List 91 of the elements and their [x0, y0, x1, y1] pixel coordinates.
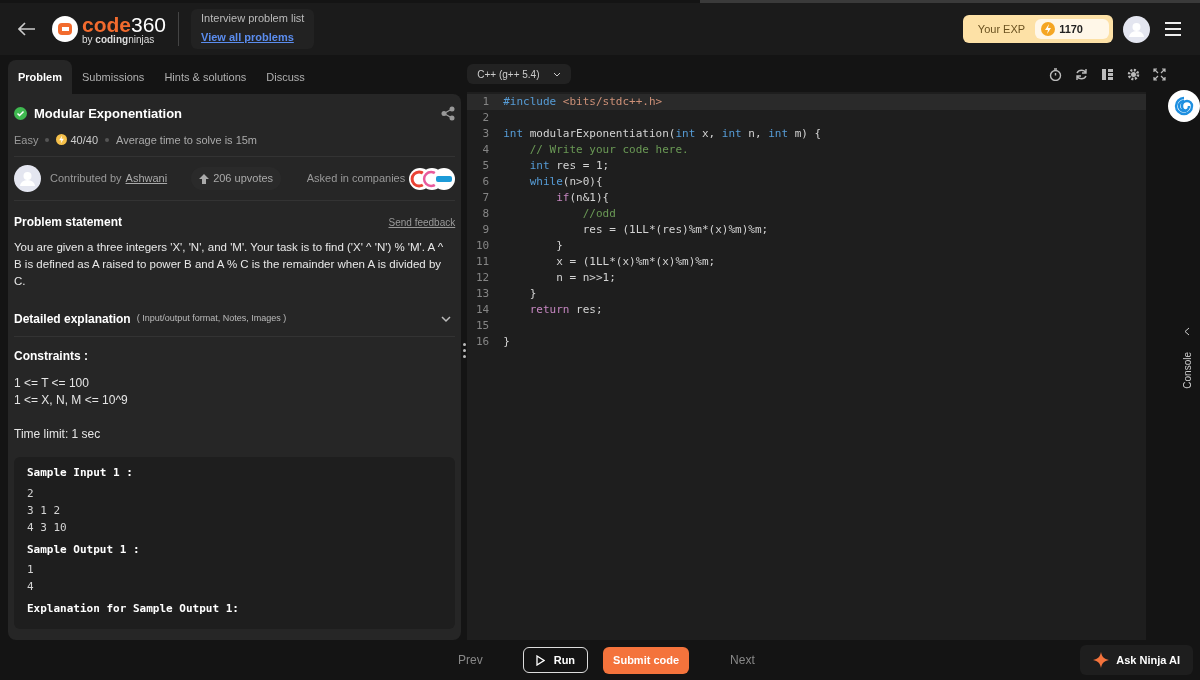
code-line: } [502, 334, 510, 350]
caret-icon [553, 71, 562, 77]
companies-label: Asked in companies [306, 171, 406, 187]
exp-value: 1170 [1059, 21, 1084, 37]
score: 40/40 [70, 132, 98, 148]
problem-title: Modular Exponentiation [34, 105, 183, 123]
code-line: n = n>>1; [555, 270, 616, 286]
chevron-icon [441, 315, 452, 323]
line-number: 1 [481, 94, 491, 110]
line-number: 12 [474, 270, 491, 286]
code-line: if(n&1){ [555, 190, 610, 206]
line-number: 4 [481, 142, 491, 158]
breadcrumb-title: Interview problem list [201, 12, 305, 26]
logo-icon [52, 16, 78, 42]
code-line: } [555, 238, 563, 254]
average-time: Average time to solve is 15m [116, 132, 258, 148]
code-line: //odd [581, 206, 616, 222]
share-icon[interactable] [441, 106, 456, 122]
tab[interactable]: Hints & solutions [154, 60, 257, 94]
play-icon [535, 654, 545, 666]
line-number: 11 [474, 254, 491, 270]
line-number: 9 [481, 222, 491, 238]
send-feedback-link[interactable]: Send feedback [388, 214, 456, 230]
view-all-problems-link[interactable]: View all problems [201, 30, 294, 43]
line-number: 14 [474, 302, 491, 318]
line-number: 8 [481, 206, 491, 222]
avatar-icon[interactable] [1123, 15, 1150, 43]
sparkle-icon [1093, 652, 1110, 668]
lightning-icon [1041, 22, 1056, 36]
refresh-icon[interactable] [1075, 67, 1088, 81]
sample-line: 2 [27, 485, 35, 502]
fullscreen-icon[interactable] [1153, 67, 1166, 81]
code-line: #include <bits/stdc++.h> [502, 94, 663, 110]
sample-heading: Sample Output 1 : [27, 541, 141, 558]
chevron-left-icon [1184, 327, 1190, 336]
line-number: 5 [481, 158, 491, 174]
sample-line: 4 [27, 579, 35, 595]
detailed-explanation-toggle[interactable]: Detailed explanation ( Input/output format, Notes, Images ) [14, 310, 456, 337]
prev-button[interactable]: Prev [458, 651, 483, 669]
problem-statement: You are given a three integers 'X', 'N', and 'M'. Your task is to find ('X' ^ 'N') % 'M'. A ^ B is defined as A raised to power B and A % C is the remainder when A is divided by C. [14, 240, 445, 289]
constraint-line: 1 <= X, N, M <= 10^9 [14, 392, 129, 409]
line-number: 2 [481, 110, 491, 126]
code-line: x = (1LL*(x)%m*(x)%m)%m; [555, 254, 716, 270]
logo-tagline: by codingninjas [82, 34, 156, 45]
console-tab[interactable]: Console [1179, 327, 1195, 389]
sample-line: 3 1 2 [27, 502, 62, 519]
time-limit: Time limit: 1 sec [14, 426, 102, 443]
code-line: return res; [528, 302, 603, 318]
upvote-button[interactable]: 206 upvotes [191, 167, 282, 190]
section-heading: Problem statement [14, 214, 123, 231]
line-number: 13 [474, 286, 491, 302]
tab[interactable]: Problem [8, 60, 72, 94]
line-number: 6 [481, 174, 491, 190]
code-line: res = (1LL*(res)%m*(x)%m)%m; [581, 222, 769, 238]
next-button[interactable]: Next [730, 651, 755, 669]
sample-line: 4 3 10 [27, 519, 68, 536]
line-number: 16 [474, 334, 491, 350]
sample-heading: Sample Input 1 : [27, 465, 134, 481]
timer-icon[interactable] [1049, 67, 1062, 81]
layout-icon[interactable] [1101, 67, 1114, 81]
settings-icon[interactable] [1127, 67, 1140, 81]
swirl-icon[interactable] [1168, 90, 1200, 122]
tab[interactable]: Submissions [72, 60, 155, 94]
menu-icon[interactable] [1164, 21, 1182, 37]
company-logos-icon [409, 167, 456, 190]
line-number: 10 [474, 238, 491, 254]
code-line: while(n>0){ [528, 174, 603, 190]
line-number: 3 [481, 126, 491, 142]
sample-heading: Explanation for Sample Output 1: [27, 601, 240, 617]
code-line: int modularExponentiation(int x, int n, int m) { [502, 126, 822, 142]
code-line: } [528, 286, 537, 302]
lightning-icon [56, 134, 68, 146]
contributor-label: Contributed by [50, 171, 122, 187]
section-heading: Constraints : [14, 348, 89, 365]
ask-ai-button[interactable]: Ask Ninja AI [1080, 645, 1193, 675]
line-number: 7 [481, 190, 491, 206]
constraint-line: 1 <= T <= 100 [14, 375, 90, 392]
language-dropdown[interactable]: C++ (g++ 5.4) [467, 64, 572, 84]
contributor-link[interactable]: Ashwani [125, 170, 168, 187]
line-number: 15 [474, 318, 491, 334]
back-arrow-icon[interactable] [18, 22, 36, 36]
avatar-icon [14, 165, 41, 192]
run-button[interactable]: Run [522, 647, 589, 673]
logo-text: code360 [82, 13, 167, 35]
exp-label: Your EXP [977, 21, 1026, 37]
difficulty-label: Easy [14, 132, 39, 148]
upvote-arrow-icon [199, 173, 210, 184]
code-line: int res = 1; [528, 158, 610, 174]
tab[interactable]: Discuss [256, 60, 315, 94]
sample-line: 1 [27, 562, 35, 578]
code-line: // Write your code here. [528, 142, 689, 158]
